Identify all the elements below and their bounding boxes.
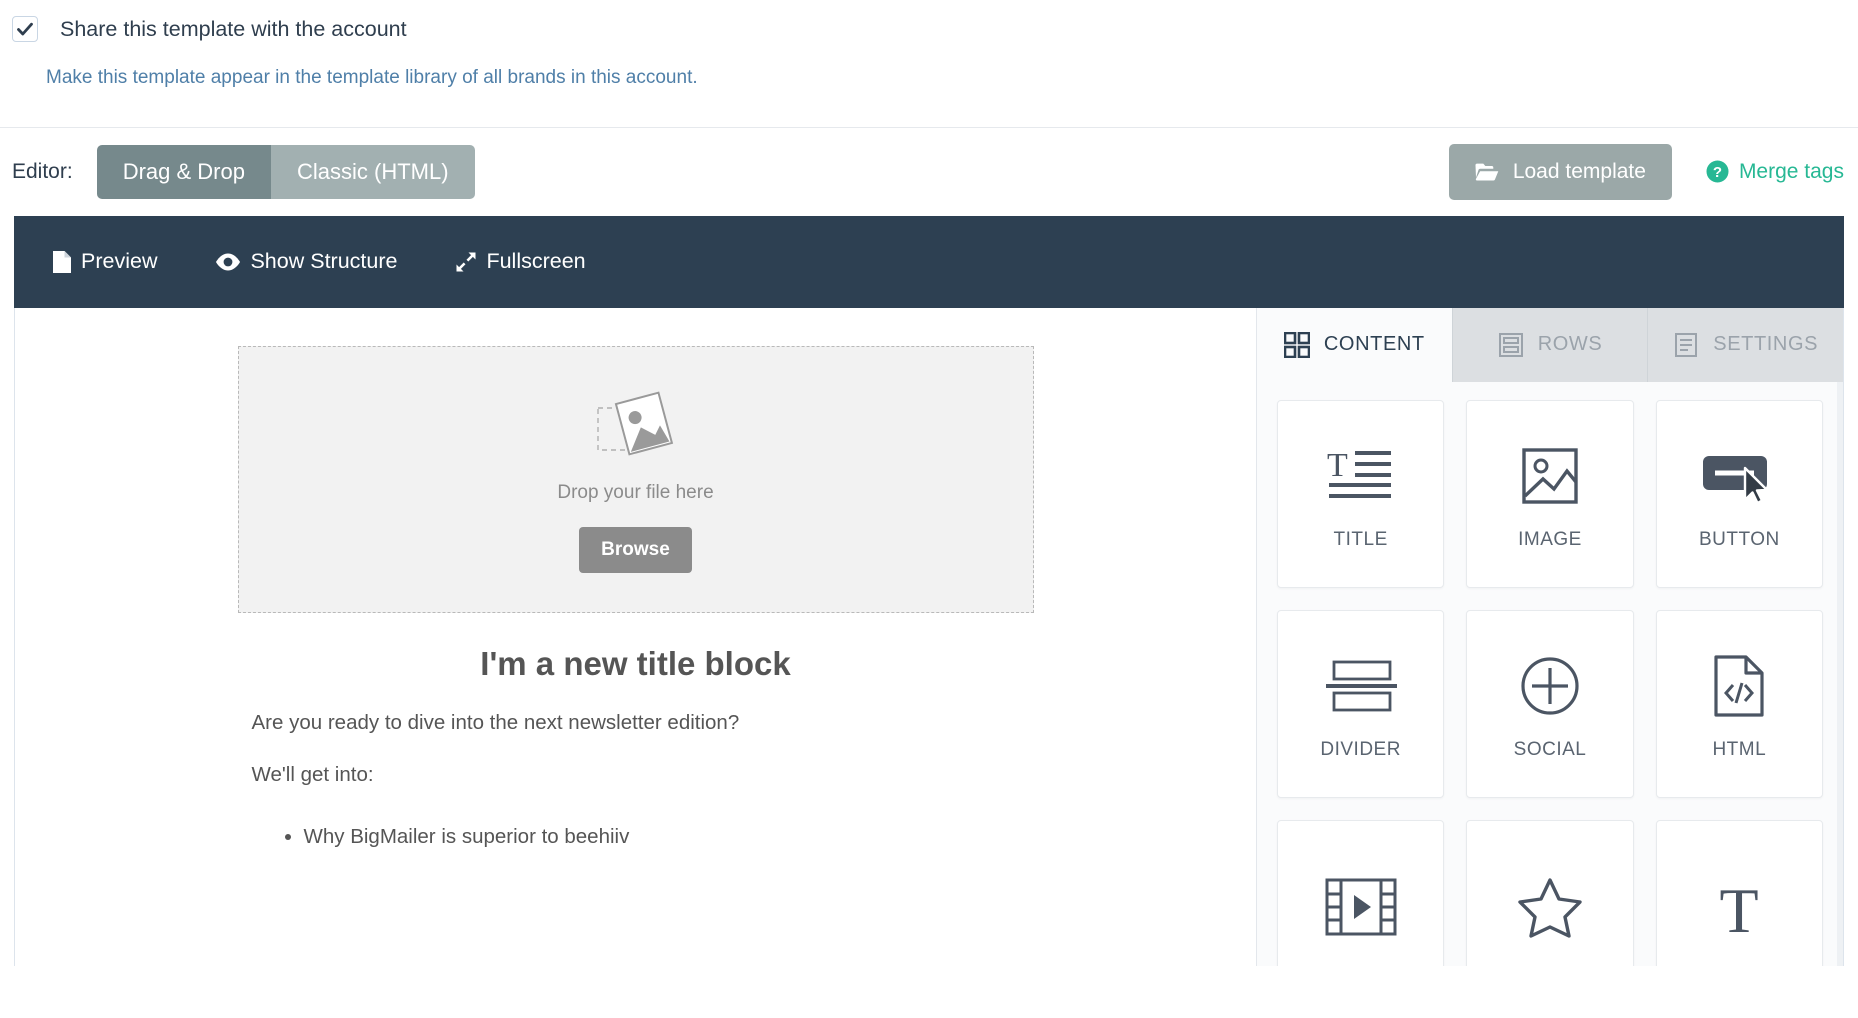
grid-icon (1283, 331, 1310, 358)
email-canvas-content: Drop your file here Browse I'm a new tit… (237, 308, 1034, 849)
content-side-panel: CONTENT ROWS SETTINGS T TITLE IMAGE BUTT… (1257, 307, 1844, 966)
toolbar-preview-label: Preview (81, 249, 158, 274)
tab-settings[interactable]: SETTINGS (1648, 307, 1844, 382)
share-template-label: Share this template with the account (60, 17, 407, 41)
toolbar-fullscreen-label: Fullscreen (486, 249, 586, 274)
toolbar-fullscreen-button[interactable]: Fullscreen (455, 249, 586, 274)
content-tile-social[interactable]: SOCIAL (1466, 609, 1634, 798)
question-circle-icon: ? (1706, 160, 1729, 183)
content-tile-star[interactable] (1466, 819, 1634, 966)
load-template-button[interactable]: Load template (1448, 143, 1672, 200)
content-tile-social-label: SOCIAL (1513, 738, 1587, 760)
image-dropzone[interactable]: Drop your file here Browse (237, 345, 1034, 613)
content-tile-divider-label: DIVIDER (1320, 738, 1401, 760)
toolbar-show-structure-label: Show Structure (250, 249, 398, 274)
content-tile-title-label: TITLE (1333, 528, 1388, 550)
email-paragraph-2[interactable]: We'll get into: (238, 763, 1034, 787)
content-tile-divider[interactable]: DIVIDER (1277, 609, 1445, 798)
file-icon (53, 250, 71, 273)
merge-tags-label: Merge tags (1738, 159, 1844, 183)
editor-label: Editor: (12, 159, 73, 183)
email-canvas[interactable]: Drop your file here Browse I'm a new tit… (15, 307, 1257, 966)
editor-body: Drop your file here Browse I'm a new tit… (14, 307, 1844, 966)
content-tile-button[interactable]: BUTTON (1655, 399, 1823, 588)
content-tile-title[interactable]: T TITLE (1277, 399, 1445, 588)
social-plus-icon (1520, 647, 1580, 725)
tab-content[interactable]: CONTENT (1257, 307, 1453, 382)
editor-toggle-classic-html[interactable]: Classic (HTML) (270, 144, 475, 200)
content-tile-html-label: HTML (1712, 738, 1767, 760)
browse-button[interactable]: Browse (579, 526, 692, 573)
content-tile-image-label: IMAGE (1518, 528, 1582, 550)
content-tile-button-label: BUTTON (1698, 528, 1780, 550)
rows-icon (1498, 332, 1523, 357)
svg-text:T: T (1327, 447, 1348, 484)
video-icon (1325, 868, 1397, 946)
code-file-icon (1713, 647, 1765, 725)
image-icon (1520, 437, 1580, 515)
email-title-block[interactable]: I'm a new title block (238, 645, 1034, 683)
editor-toolbar: Preview Show Structure Fullscreen (14, 215, 1844, 308)
email-bullet-list[interactable]: Why BigMailer is superior to beehiiv (238, 825, 1034, 849)
share-template-row[interactable]: Share this template with the account (0, 14, 1858, 43)
tab-rows[interactable]: ROWS (1452, 307, 1649, 382)
svg-text:T: T (1720, 876, 1759, 938)
editor-row-actions: Load template ? Merge tags (1448, 143, 1844, 200)
content-tile-html[interactable]: HTML (1655, 609, 1823, 798)
image-placeholder-icon (596, 391, 673, 456)
expand-arrows-icon (456, 252, 476, 272)
side-panel-tabs: CONTENT ROWS SETTINGS (1257, 307, 1844, 382)
share-template-section: Share this template with the account Mak… (0, 0, 1858, 128)
editor-type-toggle: Drag & Drop Classic (HTML) (96, 144, 475, 200)
list-item[interactable]: Why BigMailer is superior to beehiiv (304, 825, 1034, 849)
tab-rows-label: ROWS (1537, 333, 1603, 356)
button-icon (1702, 437, 1776, 515)
content-tile-text[interactable]: T (1655, 819, 1823, 966)
star-icon (1517, 868, 1583, 946)
divider-icon (1325, 647, 1397, 725)
toolbar-show-structure-button[interactable]: Show Structure (215, 249, 397, 274)
eye-icon (216, 253, 241, 271)
title-icon: T (1325, 437, 1397, 515)
tab-settings-label: SETTINGS (1713, 333, 1819, 356)
content-tile-image[interactable]: IMAGE (1466, 399, 1634, 588)
text-t-icon: T (1709, 868, 1769, 946)
share-template-checkbox[interactable] (12, 16, 38, 42)
folder-open-icon (1475, 163, 1499, 181)
email-paragraph-1[interactable]: Are you ready to dive into the next news… (238, 711, 1034, 735)
toolbar-preview-button[interactable]: Preview (52, 249, 157, 274)
svg-text:?: ? (1713, 164, 1722, 181)
load-template-label: Load template (1512, 159, 1646, 183)
merge-tags-link[interactable]: ? Merge tags (1706, 160, 1844, 184)
check-icon (17, 22, 33, 36)
settings-list-icon (1675, 332, 1698, 357)
content-tiles-grid: T TITLE IMAGE BUTTON DIVIDER SOCIAL HTML… (1257, 382, 1843, 966)
side-panel-scrollbar[interactable] (1837, 381, 1843, 966)
editor-selection-row: Editor: Drag & Drop Classic (HTML) Load … (0, 128, 1858, 216)
editor-toggle-drag-drop[interactable]: Drag & Drop (96, 144, 271, 200)
tab-content-label: CONTENT (1323, 333, 1425, 356)
share-template-help-text: Make this template appear in the templat… (46, 66, 698, 88)
dropzone-text: Drop your file here (557, 481, 714, 503)
content-tile-video[interactable] (1277, 819, 1445, 966)
